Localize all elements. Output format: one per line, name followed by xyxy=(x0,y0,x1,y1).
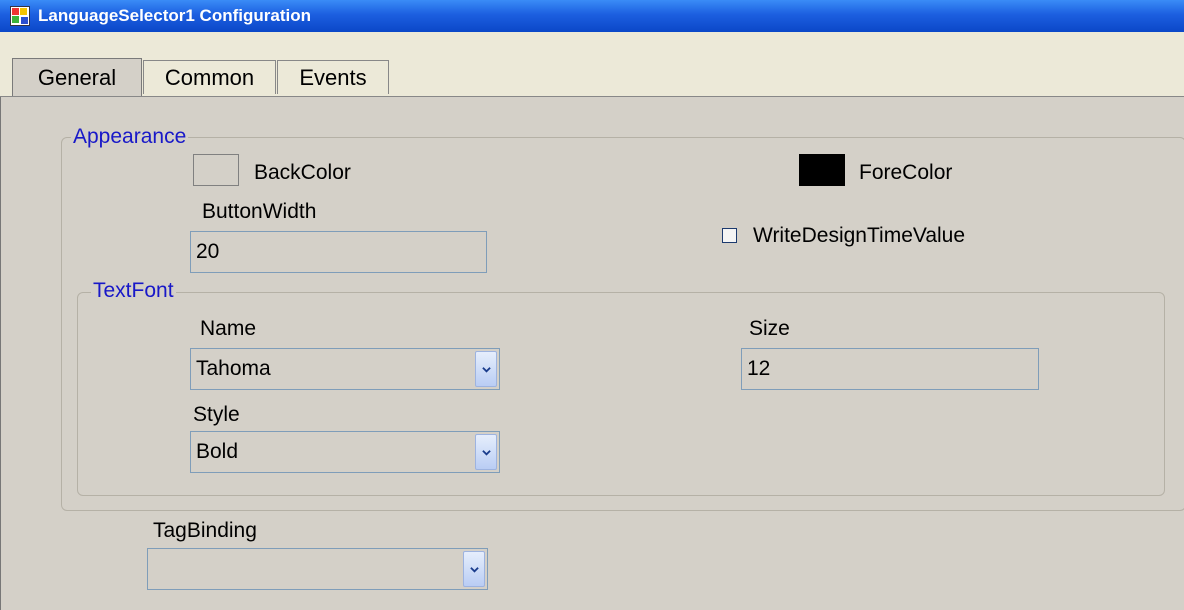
buttonwidth-value: 20 xyxy=(196,240,220,263)
tab-general[interactable]: General xyxy=(12,58,142,96)
chevron-down-icon xyxy=(469,566,479,573)
general-panel: Appearance BackColor ForeColor ButtonWid… xyxy=(0,97,1184,610)
font-style-label: Style xyxy=(193,403,240,426)
buttonwidth-label: ButtonWidth xyxy=(202,200,317,223)
buttonwidth-input[interactable]: 20 xyxy=(190,231,487,273)
textfont-legend: TextFont xyxy=(91,279,176,303)
font-name-label: Name xyxy=(200,317,257,340)
tab-events-label: Events xyxy=(299,64,367,90)
tagbinding-dropdown-button[interactable] xyxy=(463,551,485,587)
backcolor-swatch[interactable] xyxy=(193,154,239,186)
font-style-value: Bold xyxy=(196,440,239,463)
font-size-value: 12 xyxy=(747,357,771,380)
font-name-select[interactable]: Tahoma xyxy=(190,348,500,390)
tab-common[interactable]: Common xyxy=(143,60,276,94)
forecolor-swatch[interactable] xyxy=(799,154,845,186)
font-size-input[interactable]: 12 xyxy=(741,348,1039,390)
tab-common-label: Common xyxy=(164,64,255,90)
write-design-time-value-checkbox[interactable] xyxy=(722,228,737,243)
font-style-dropdown-button[interactable] xyxy=(475,434,497,470)
write-design-time-value-label: WriteDesignTimeValue xyxy=(753,224,966,247)
forecolor-label: ForeColor xyxy=(859,161,953,184)
font-name-value: Tahoma xyxy=(196,357,271,380)
title-bar[interactable]: LanguageSelector1 Configuration xyxy=(0,0,1184,32)
app-window-icon xyxy=(10,6,30,26)
tagbinding-label: TagBinding xyxy=(153,519,257,542)
backcolor-label: BackColor xyxy=(254,161,351,184)
window-title: LanguageSelector1 Configuration xyxy=(38,6,311,25)
chevron-down-icon xyxy=(481,366,491,373)
font-style-select[interactable]: Bold xyxy=(190,431,500,473)
tab-events[interactable]: Events xyxy=(277,60,389,94)
appearance-legend: Appearance xyxy=(71,125,189,149)
tagbinding-select[interactable] xyxy=(147,548,488,590)
tab-general-label: General xyxy=(37,64,117,90)
font-name-dropdown-button[interactable] xyxy=(475,351,497,387)
chevron-down-icon xyxy=(481,449,491,456)
font-size-label: Size xyxy=(749,317,790,340)
